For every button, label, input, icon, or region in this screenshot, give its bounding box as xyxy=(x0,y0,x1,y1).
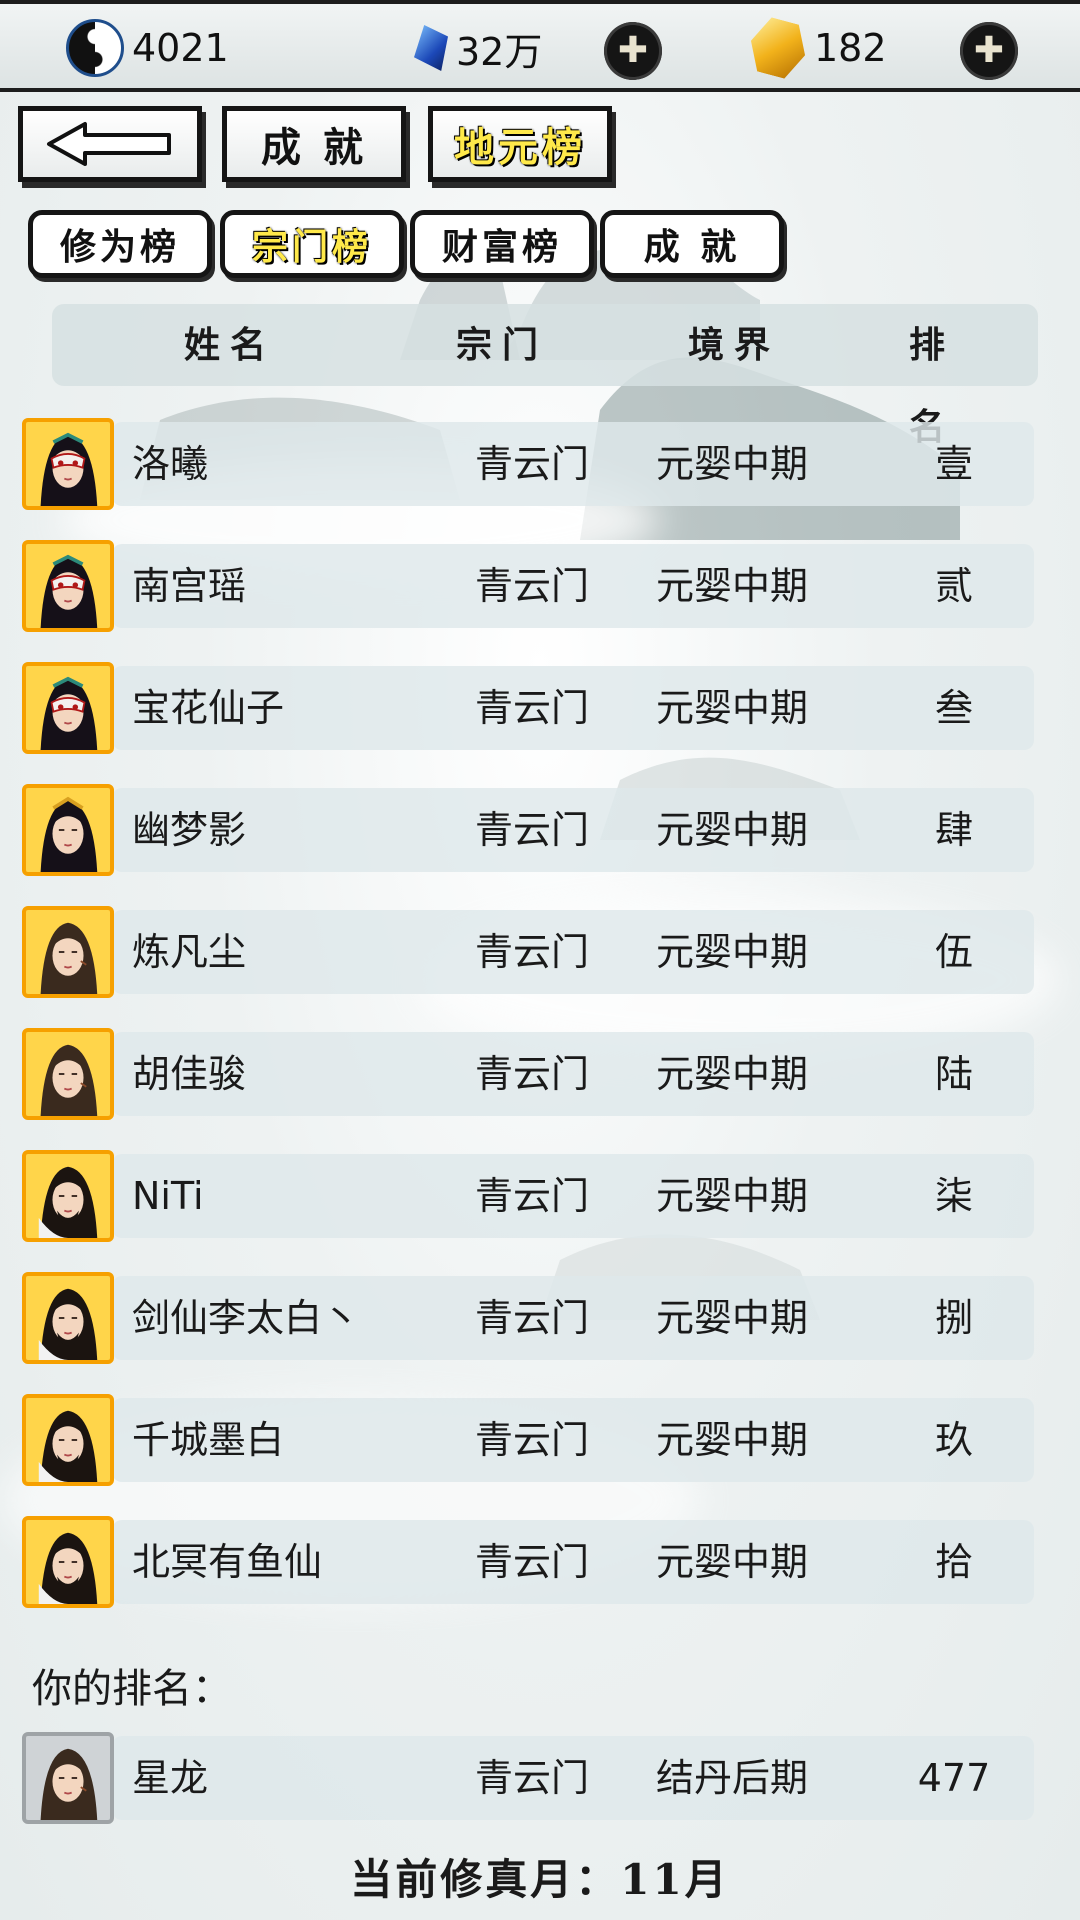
player-sect: 青云门 xyxy=(474,1174,590,1218)
player-realm: 元婴中期 xyxy=(655,1296,809,1340)
player-avatar[interactable] xyxy=(22,1150,114,1242)
player-realm: 元婴中期 xyxy=(655,1418,809,1462)
ranking-row[interactable]: 幽梦影 青云门 元婴中期 肆 xyxy=(22,784,1036,880)
player-avatar[interactable] xyxy=(22,1394,114,1486)
player-avatar[interactable] xyxy=(22,1516,114,1608)
ranking-table-header: 姓名 宗门 境界 排名 xyxy=(52,304,1038,448)
player-realm: 元婴中期 xyxy=(655,564,809,608)
player-realm: 元婴中期 xyxy=(655,808,809,852)
ranking-row[interactable]: 千城墨白 青云门 元婴中期 玖 xyxy=(22,1394,1036,1490)
player-rank: 叁 xyxy=(934,686,974,730)
gold-currency: 182 xyxy=(750,4,887,92)
player-rank: 柒 xyxy=(934,1174,974,1218)
player-avatar[interactable] xyxy=(22,418,114,510)
player-avatar[interactable] xyxy=(22,540,114,632)
player-avatar[interactable] xyxy=(22,1028,114,1120)
my-realm: 结丹后期 xyxy=(655,1756,809,1800)
ranking-row[interactable]: 宝花仙子 青云门 元婴中期 叁 xyxy=(22,662,1036,758)
yin-yang-icon xyxy=(66,19,124,77)
player-realm: 元婴中期 xyxy=(655,1052,809,1096)
taiji-amount: 4021 xyxy=(132,26,229,70)
player-sect: 青云门 xyxy=(474,442,590,486)
player-sect: 青云门 xyxy=(474,1540,590,1584)
ranking-row[interactable]: NiTi 青云门 元婴中期 柒 xyxy=(22,1150,1036,1246)
currency-bar: 4021 32万 ✚ 182 ✚ xyxy=(0,0,1080,92)
player-name: 剑仙李太白丶 xyxy=(132,1296,361,1340)
player-name: 幽梦影 xyxy=(132,808,247,852)
subtab-wealth-ranking[interactable]: 财富榜 xyxy=(410,210,594,278)
subtab-cultivation-ranking[interactable]: 修为榜 xyxy=(28,210,212,278)
player-sect: 青云门 xyxy=(474,1296,590,1340)
player-name: 北冥有鱼仙 xyxy=(132,1540,323,1584)
add-gold-button[interactable]: ✚ xyxy=(960,22,1018,80)
player-sect: 青云门 xyxy=(474,686,590,730)
player-avatar[interactable] xyxy=(22,1272,114,1364)
player-rank: 伍 xyxy=(934,930,974,974)
my-rank-row[interactable]: 星龙 青云门 结丹后期 477 xyxy=(22,1732,1036,1828)
player-rank: 捌 xyxy=(934,1296,974,1340)
my-name: 星龙 xyxy=(132,1756,209,1800)
player-realm: 元婴中期 xyxy=(655,442,809,486)
header-sect: 宗门 xyxy=(455,324,549,366)
my-rank-label: 你的排名： xyxy=(32,1666,232,1712)
current-cultivation-month: 当前修真月：11月 xyxy=(350,1855,730,1904)
player-realm: 元婴中期 xyxy=(655,686,809,730)
player-rank: 肆 xyxy=(934,808,974,852)
player-name: 洛曦 xyxy=(132,442,209,486)
gold-gem-icon xyxy=(744,14,813,83)
player-avatar[interactable] xyxy=(22,662,114,754)
my-avatar[interactable] xyxy=(22,1732,114,1824)
header-realm: 境界 xyxy=(687,324,781,366)
player-rank: 贰 xyxy=(934,564,974,608)
player-realm: 元婴中期 xyxy=(655,1540,809,1584)
player-name: 胡佳骏 xyxy=(132,1052,247,1096)
header-name: 姓名 xyxy=(183,324,277,366)
player-name: 千城墨白 xyxy=(132,1418,285,1462)
back-button[interactable] xyxy=(18,106,202,182)
player-sect: 青云门 xyxy=(474,808,590,852)
subtab-achievements[interactable]: 成 就 xyxy=(600,210,784,278)
player-name: 宝花仙子 xyxy=(132,686,285,730)
player-avatar[interactable] xyxy=(22,784,114,876)
spirit-stone-currency: 32万 xyxy=(414,4,542,92)
add-spirit-stone-button[interactable]: ✚ xyxy=(604,22,662,80)
ranking-row[interactable]: 洛曦 青云门 元婴中期 壹 xyxy=(22,418,1036,514)
my-sect: 青云门 xyxy=(474,1756,590,1800)
player-name: NiTi xyxy=(132,1174,204,1218)
my-rank-value: 477 xyxy=(917,1756,991,1800)
player-rank: 玖 xyxy=(934,1418,974,1462)
player-name: 南宫瑶 xyxy=(132,564,247,608)
player-sect: 青云门 xyxy=(474,1418,590,1462)
tab-diyuan-ranking[interactable]: 地元榜 xyxy=(428,106,612,182)
ranking-row[interactable]: 南宫瑶 青云门 元婴中期 贰 xyxy=(22,540,1036,636)
blue-gem-icon xyxy=(414,25,448,71)
ranking-row[interactable]: 剑仙李太白丶 青云门 元婴中期 捌 xyxy=(22,1272,1036,1368)
player-sect: 青云门 xyxy=(474,1052,590,1096)
player-rank: 拾 xyxy=(934,1540,974,1584)
player-realm: 元婴中期 xyxy=(655,1174,809,1218)
player-realm: 元婴中期 xyxy=(655,930,809,974)
ranking-row[interactable]: 炼凡尘 青云门 元婴中期 伍 xyxy=(22,906,1036,1002)
ranking-row[interactable]: 北冥有鱼仙 青云门 元婴中期 拾 xyxy=(22,1516,1036,1612)
player-sect: 青云门 xyxy=(474,930,590,974)
gold-amount: 182 xyxy=(814,26,887,70)
player-sect: 青云门 xyxy=(474,564,590,608)
back-arrow-icon xyxy=(45,121,175,167)
subtab-sect-ranking[interactable]: 宗门榜 xyxy=(220,210,404,278)
player-name: 炼凡尘 xyxy=(132,930,247,974)
player-rank: 陆 xyxy=(934,1052,974,1096)
player-rank: 壹 xyxy=(934,442,974,486)
tab-achievements[interactable]: 成 就 xyxy=(222,106,406,182)
taiji-currency: 4021 xyxy=(66,4,229,92)
ranking-row[interactable]: 胡佳骏 青云门 元婴中期 陆 xyxy=(22,1028,1036,1124)
header-rank: 排名 xyxy=(909,324,956,448)
player-avatar[interactable] xyxy=(22,906,114,998)
spirit-stone-amount: 32万 xyxy=(456,29,543,74)
